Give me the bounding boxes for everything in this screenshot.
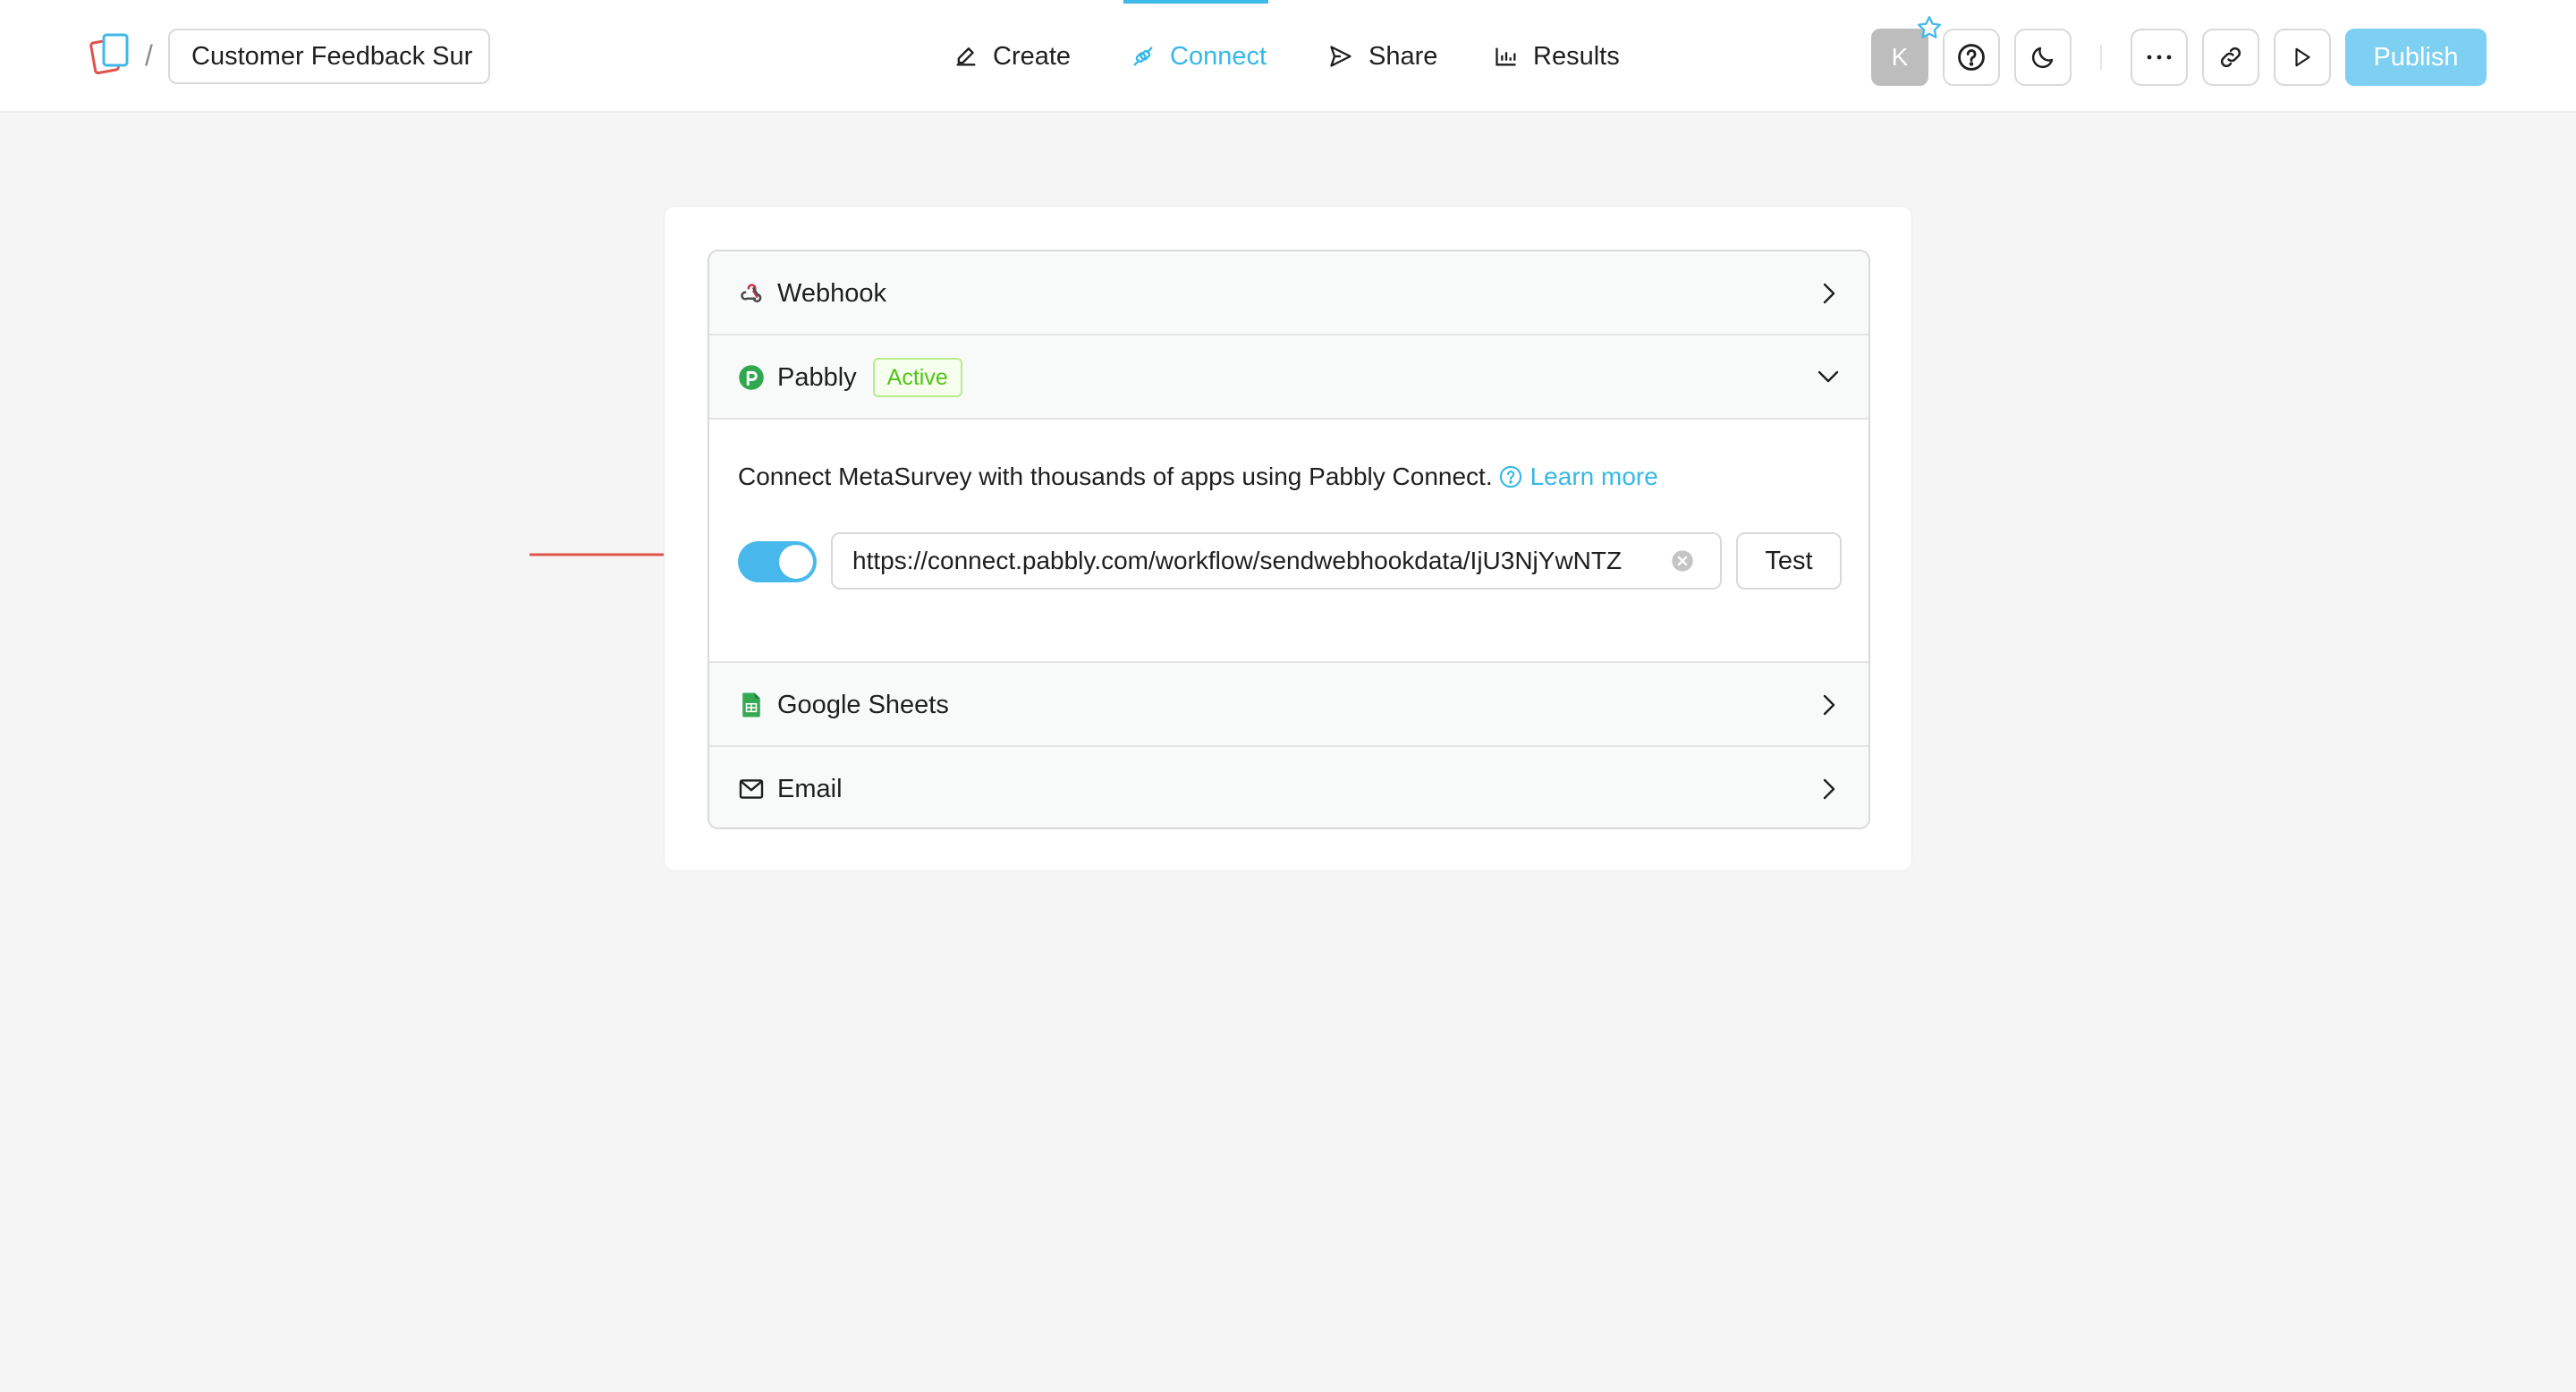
tab-results[interactable]: Results xyxy=(1494,0,1620,113)
star-icon xyxy=(1918,16,1941,38)
header-divider xyxy=(2100,45,2102,70)
pabbly-enable-toggle[interactable] xyxy=(738,541,817,582)
app-logo-icon[interactable] xyxy=(89,32,131,77)
link-icon xyxy=(1133,47,1153,66)
question-circle-icon xyxy=(1958,44,1985,71)
copy-link-button[interactable] xyxy=(2202,29,2259,86)
top-bar: / Customer Feedback Sur Create Connect S… xyxy=(0,0,2576,113)
integration-webhook[interactable]: Webhook xyxy=(709,251,1868,335)
row-divider xyxy=(709,418,1868,420)
help-circle-icon xyxy=(1499,465,1521,488)
learn-more-label: Learn more xyxy=(1530,463,1658,490)
webhook-label: Webhook xyxy=(777,278,886,308)
integration-email[interactable]: Email xyxy=(709,747,1868,828)
integrations-list: Webhook Pabbly Active Connect MetaSurvey… xyxy=(708,250,1870,829)
ellipsis-icon xyxy=(2147,55,2172,60)
google-sheets-label: Google Sheets xyxy=(777,690,949,719)
chevron-right-icon xyxy=(1823,283,1835,304)
survey-title-field[interactable]: Customer Feedback Sur xyxy=(168,29,490,84)
email-label: Email xyxy=(777,774,843,803)
chain-link-icon xyxy=(2220,47,2241,68)
test-button[interactable]: Test xyxy=(1736,532,1842,590)
help-button[interactable] xyxy=(1943,29,2000,86)
integration-google-sheets[interactable]: Google Sheets xyxy=(709,663,1868,747)
learn-more-link[interactable]: Learn more xyxy=(1498,463,1658,491)
chevron-right-icon xyxy=(1823,778,1835,800)
status-badge: Active xyxy=(872,358,962,397)
chevron-right-icon xyxy=(1823,694,1835,716)
integration-pabbly[interactable]: Pabbly Active xyxy=(709,335,1868,420)
pabbly-webhook-url-input[interactable] xyxy=(831,532,1722,590)
chevron-down-icon xyxy=(1818,370,1839,383)
google-sheets-icon xyxy=(738,692,765,718)
send-icon xyxy=(1330,46,1352,67)
publish-button[interactable]: Publish xyxy=(2345,29,2487,86)
moon-icon xyxy=(2031,47,2054,69)
breadcrumb-separator: / xyxy=(145,39,153,72)
toggle-knob xyxy=(779,545,813,579)
more-button[interactable] xyxy=(2131,29,2188,86)
tab-create-label: Create xyxy=(993,41,1072,71)
pabbly-description: Connect MetaSurvey with thousands of app… xyxy=(738,463,1493,490)
pabbly-label: Pabbly xyxy=(777,362,857,392)
clear-circle-icon[interactable] xyxy=(1670,548,1695,573)
pabbly-description-line: Connect MetaSurvey with thousands of app… xyxy=(738,463,1658,491)
tab-connect[interactable]: Connect xyxy=(1123,0,1269,113)
bar-chart-icon xyxy=(1496,47,1516,66)
webhook-icon xyxy=(738,280,765,307)
tab-results-label: Results xyxy=(1533,41,1620,71)
tab-create[interactable]: Create xyxy=(953,0,1071,113)
tab-share-label: Share xyxy=(1368,41,1438,71)
integrations-card: Webhook Pabbly Active Connect MetaSurvey… xyxy=(664,206,1912,871)
play-icon xyxy=(2295,47,2310,67)
tab-connect-label: Connect xyxy=(1170,41,1267,71)
mail-icon xyxy=(738,776,765,802)
pabbly-icon xyxy=(738,364,765,391)
tab-share[interactable]: Share xyxy=(1327,0,1437,113)
dark-mode-button[interactable] xyxy=(2014,29,2072,86)
preview-button[interactable] xyxy=(2274,29,2331,86)
pencil-icon xyxy=(956,47,976,66)
